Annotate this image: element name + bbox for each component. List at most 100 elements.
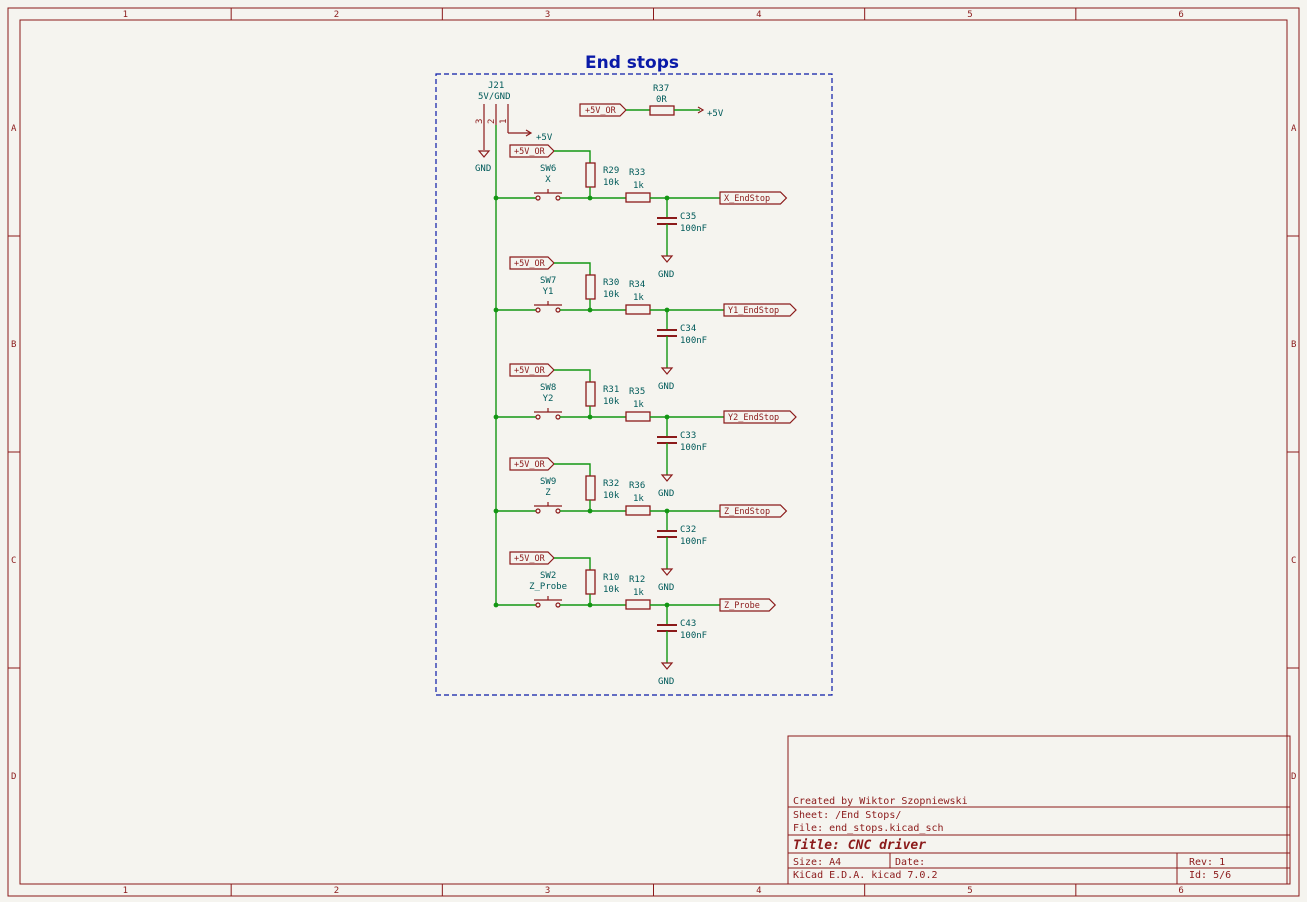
row-label-right: C	[1291, 556, 1296, 566]
series-value: 1k	[633, 400, 644, 410]
col-label-top: 6	[1178, 10, 1183, 20]
pullup-ref: R10	[603, 573, 619, 583]
title-block-title: Title: CNC driver	[793, 838, 926, 853]
pullup-resistor[interactable]	[585, 569, 596, 595]
pullup-resistor[interactable]	[585, 274, 596, 300]
r37-value: 0R	[656, 95, 667, 105]
row-label-left: C	[11, 556, 16, 566]
drawing-frame: 112233445566 A AB BC CD D	[7, 7, 1300, 897]
pullup-ref: R30	[603, 278, 619, 288]
endstop-channel[interactable]: +5V_OR R32 10k SW9Z R36 1k Z_EndStop GND C32 100n…	[493, 457, 788, 593]
row-label-left: D	[11, 772, 16, 782]
title-block-rev: Rev: 1	[1189, 857, 1225, 868]
wire-junction	[493, 307, 499, 313]
switch-value: Y2	[543, 394, 554, 404]
wire-junction	[664, 602, 670, 608]
wire-junction	[587, 307, 593, 313]
series-resistor[interactable]	[625, 304, 651, 315]
sheet-area-title: End stops	[585, 53, 679, 73]
gnd-symbol	[660, 367, 674, 375]
series-resistor[interactable]	[625, 505, 651, 516]
pullup-resistor[interactable]	[585, 381, 596, 407]
pullup-value: 10k	[603, 491, 620, 501]
series-value: 1k	[633, 293, 644, 303]
wire-junction	[493, 602, 499, 608]
wire-junction	[664, 414, 670, 420]
connector-pin-2: 2	[487, 119, 497, 124]
series-ref: R35	[629, 387, 645, 397]
endstop-channel[interactable]: +5V_ORR1010kSW2Z_ProbeR121kZ_ProbeGNDC43…	[493, 551, 777, 687]
schematic-sheet: 112233445566 A AB BC CD D Created by Wiktor …	[7, 7, 1300, 897]
gnd-label: GND	[658, 677, 674, 687]
col-label-top: 1	[123, 10, 128, 20]
series-ref: R33	[629, 168, 645, 178]
switch-value: Z_Probe	[529, 582, 567, 592]
connector-ref: J21	[488, 81, 504, 91]
switch-ref: SW2	[540, 571, 556, 581]
pullup-ref: R29	[603, 166, 619, 176]
net-label: Z_Probe	[724, 601, 760, 611]
col-label-top: 4	[756, 10, 761, 20]
series-resistor[interactable]	[625, 411, 651, 422]
resistor-r37[interactable]: +5V_OR R37 0R +5V	[579, 84, 724, 119]
pullup-resistor[interactable]	[585, 475, 596, 501]
endstop-channel[interactable]: +5V_OR R31 10k SW8Y2 R35 1k Y2_EndStop GND C33 10…	[493, 363, 797, 499]
plus5-or-flag-text: +5V_OR	[514, 147, 546, 157]
title-block: Created by Wiktor Szopniewski Sheet: /En…	[787, 735, 1291, 885]
switch-ref: SW8	[540, 383, 556, 393]
switch-value: X	[545, 175, 551, 185]
series-value: 1k	[633, 494, 644, 504]
wire-junction	[664, 508, 670, 514]
switch-value: Y1	[543, 287, 554, 297]
col-label-top: 3	[545, 10, 550, 20]
series-ref: R34	[629, 280, 645, 290]
net-label: Y2_EndStop	[728, 413, 779, 423]
cap-value: 100nF	[680, 631, 707, 641]
pullup-ref: R31	[603, 385, 619, 395]
gnd-label: GND	[658, 583, 674, 593]
title-block-size: Size: A4	[793, 857, 841, 868]
gnd-label: GND	[658, 489, 674, 499]
wire-junction	[493, 195, 499, 201]
net-label: Y1_EndStop	[728, 306, 779, 316]
col-label-top: 5	[967, 10, 972, 20]
row-label-right: B	[1291, 340, 1296, 350]
net-label: Z_EndStop	[724, 507, 770, 517]
cap-ref: C33	[680, 431, 696, 441]
connector-j21[interactable]: J21 5V/GND 3 2 1 +5V GND	[475, 81, 553, 174]
switch-value: Z	[545, 488, 551, 498]
title-block-tool: KiCad E.D.A. kicad 7.0.2	[793, 870, 938, 881]
series-ref: R36	[629, 481, 645, 491]
wire-junction	[664, 195, 670, 201]
pullup-ref: R32	[603, 479, 619, 489]
row-label-right: A	[1291, 124, 1297, 134]
series-ref: R12	[629, 575, 645, 585]
series-resistor[interactable]	[625, 192, 651, 203]
cap-ref: C35	[680, 212, 696, 222]
title-block-date: Date:	[895, 857, 925, 868]
connector-value: 5V/GND	[478, 92, 511, 102]
wire-junction	[587, 508, 593, 514]
pullup-value: 10k	[603, 178, 620, 188]
connector-pin-1: 1	[499, 119, 509, 124]
gnd-symbol	[660, 474, 674, 482]
col-label-bottom: 6	[1178, 886, 1183, 896]
col-label-bottom: 5	[967, 886, 972, 896]
gnd-symbol	[660, 568, 674, 576]
series-resistor[interactable]	[625, 599, 651, 610]
row-label-left: B	[11, 340, 16, 350]
cap-ref: C43	[680, 619, 696, 629]
title-block-file: File: end_stops.kicad_sch	[793, 823, 944, 834]
cap-value: 100nF	[680, 336, 707, 346]
pullup-resistor[interactable]	[585, 162, 596, 188]
pullup-value: 10k	[603, 397, 620, 407]
switch-ref: SW6	[540, 164, 556, 174]
cap-value: 100nF	[680, 224, 707, 234]
connector-pin-3: 3	[475, 119, 485, 124]
switch-ref: SW9	[540, 477, 556, 487]
plus5-or-flag-text: +5V_OR	[514, 366, 546, 376]
r37-ref: R37	[653, 84, 669, 94]
endstop-channels: +5V_OR R29 10k SW6X R33 1k X_EndStop GND C35 100n…	[493, 144, 797, 687]
cap-value: 100nF	[680, 443, 707, 453]
wire-junction	[664, 307, 670, 313]
